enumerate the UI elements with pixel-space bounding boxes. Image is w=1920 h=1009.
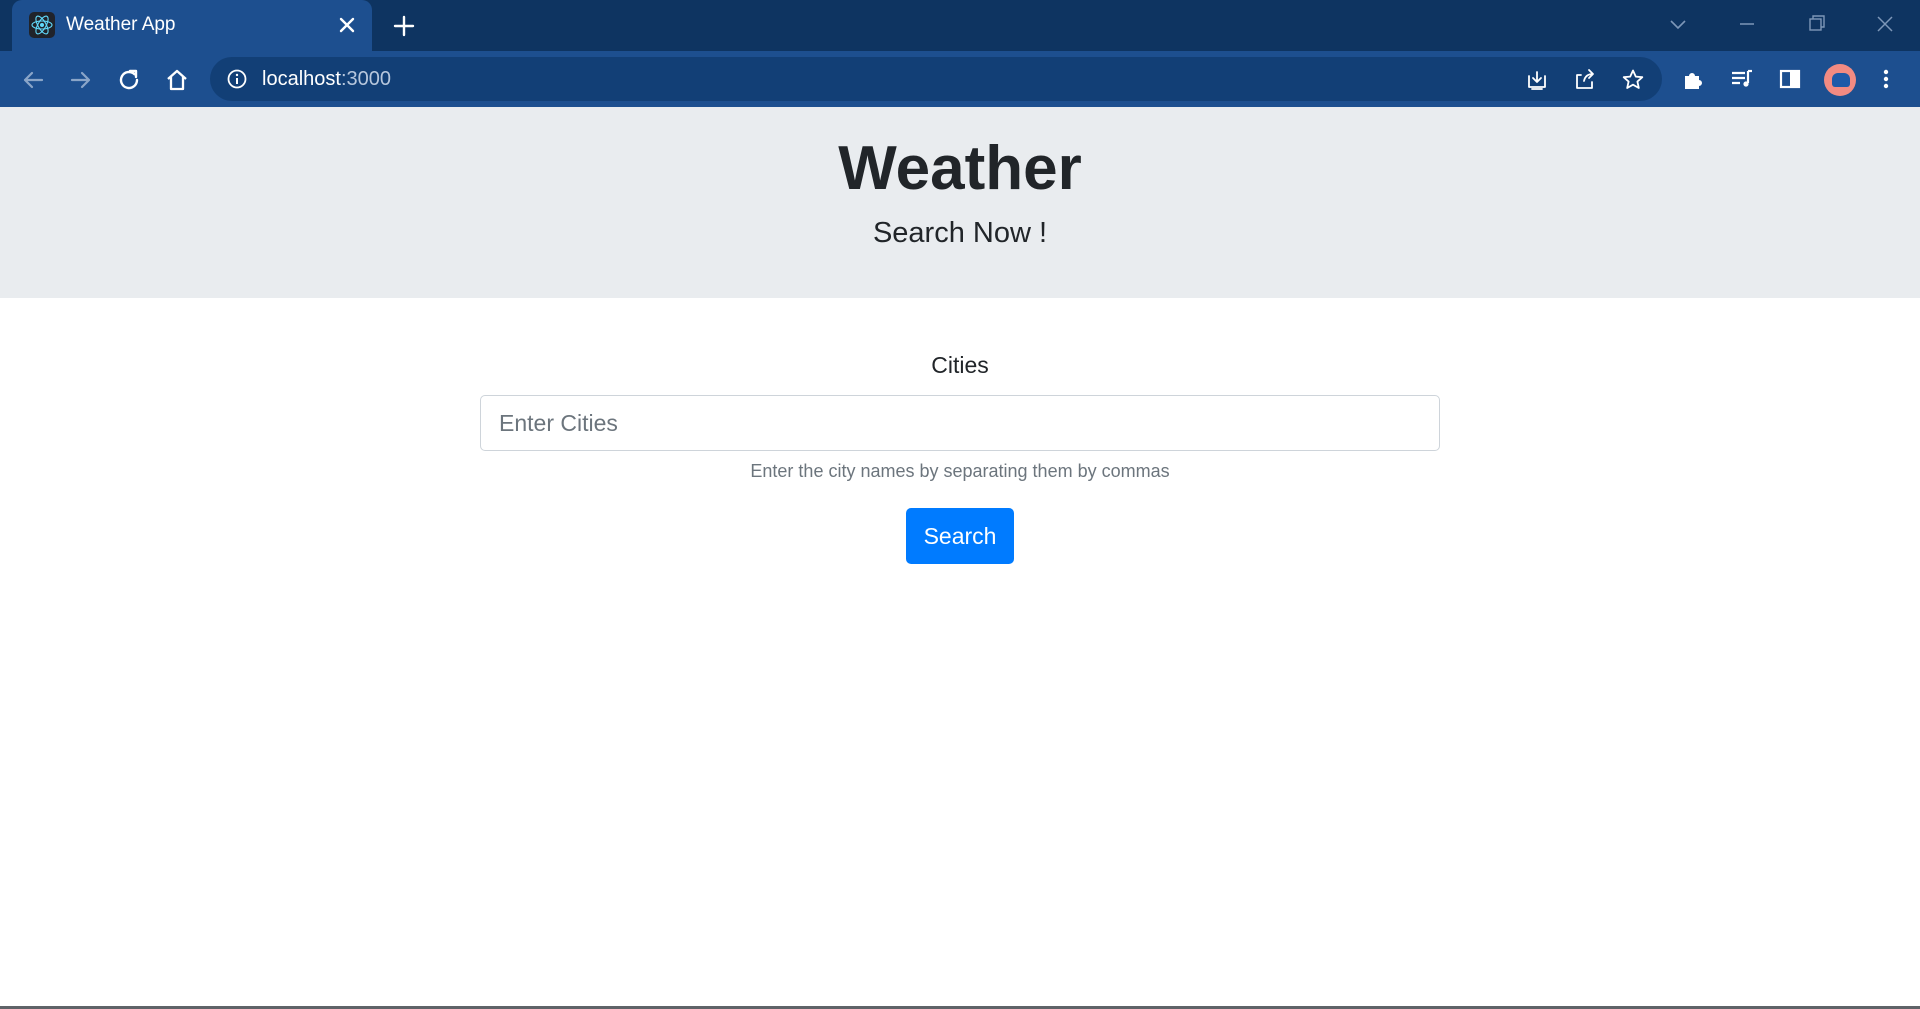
arrow-right-icon[interactable] [66,65,96,95]
chevron-down-icon[interactable] [1662,10,1694,38]
side-panel-icon[interactable] [1776,65,1804,93]
plus-icon[interactable] [390,12,418,40]
address-bar[interactable]: localhost:3000 [210,57,1662,101]
cities-input[interactable] [480,395,1440,451]
install-icon[interactable] [1524,67,1550,93]
search-button[interactable]: Search [906,508,1014,564]
url-port: :3000 [340,68,391,90]
window-close-icon[interactable] [1869,10,1901,38]
close-icon[interactable] [334,12,360,38]
page-title: Weather [838,134,1082,203]
media-queue-icon[interactable] [1728,65,1756,93]
browser-toolbar: localhost:3000 [0,51,1920,107]
minimize-icon[interactable] [1731,10,1763,38]
cities-help-text: Enter the city names by separating them … [750,461,1170,481]
profile-icon [1832,73,1850,87]
arrow-left-icon[interactable] [18,65,48,95]
avatar[interactable] [1824,64,1856,96]
tab-title: Weather App [66,14,176,35]
puzzle-icon[interactable] [1680,65,1708,93]
info-icon[interactable] [226,68,248,90]
reload-icon[interactable] [114,65,144,95]
kebab-menu-icon[interactable] [1872,65,1900,93]
url-text: localhost:3000 [262,68,391,91]
url-host: localhost [262,68,341,90]
cities-label: Cities [931,352,989,378]
jumbotron-header: Weather Search Now ! [0,107,1920,298]
home-icon[interactable] [162,65,192,95]
page-subtitle: Search Now ! [872,217,1048,249]
star-icon[interactable] [1620,67,1646,93]
share-icon[interactable] [1572,67,1598,93]
browser-tab[interactable]: Weather App [12,0,372,51]
react-icon [29,12,55,38]
browser-tab-strip: Weather App [0,0,1920,51]
restore-icon[interactable] [1800,10,1832,38]
